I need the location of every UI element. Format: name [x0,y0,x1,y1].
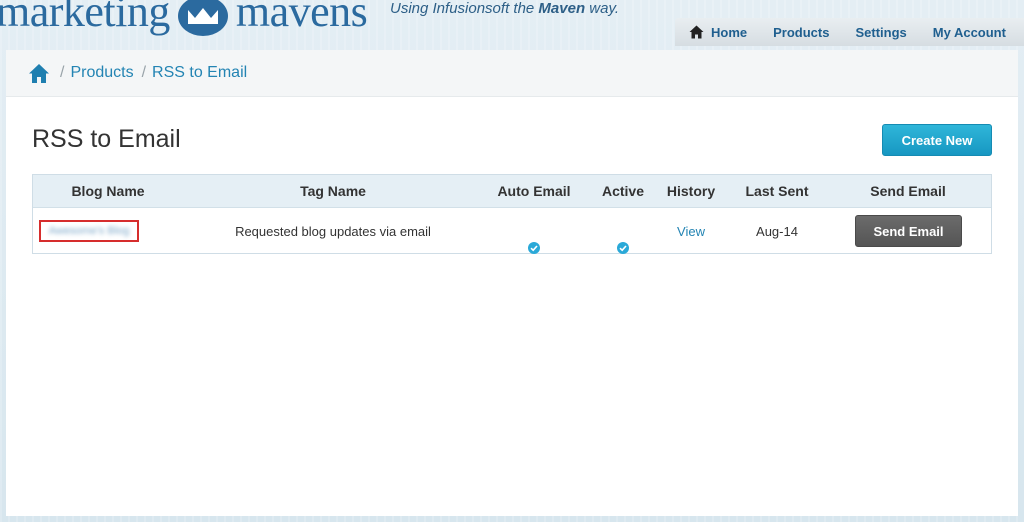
send-email-button[interactable]: Send Email [855,215,962,247]
tagline-pre: Using Infusionsoft the [390,0,539,17]
header-send-email: Send Email [870,183,946,199]
main-panel: / Products / RSS to Email RSS to Email C… [6,50,1018,516]
auto-email-cell [489,209,579,254]
header-auto-email: Auto Email [497,183,571,199]
check-circle-icon [617,227,629,254]
breadcrumb-home-icon[interactable] [28,63,50,84]
header: marketing mavens Using Infusionsoft the … [0,0,1024,46]
header-active: Active [601,183,645,199]
nav-settings[interactable]: Settings [842,18,919,46]
logo-text-left: marketing [0,0,170,36]
breadcrumb-separator: / [60,64,65,81]
nav-products[interactable]: Products [760,18,842,46]
blog-name-text: Awesome's Blog [48,225,130,237]
logo-mark-icon [176,0,230,36]
logo-text-right: mavens [235,0,368,36]
nav-my-account[interactable]: My Account [920,18,1019,46]
breadcrumb-current[interactable]: RSS to Email [152,64,247,82]
tag-name-cell: Requested blog updates via email [235,224,431,239]
header-blog-name: Blog Name [71,183,145,199]
tagline: Using Infusionsoft the Maven way. [390,0,619,17]
header-history: History [666,183,716,199]
page-title: RSS to Email [32,125,181,153]
tagline-post: way. [585,0,620,17]
tagline-bold: Maven [538,0,586,17]
header-tag-name: Tag Name [300,183,366,199]
blog-name-link[interactable]: Awesome's Blog [39,220,139,242]
nav-home[interactable]: Home [675,18,760,46]
last-sent-cell: Aug-14 [756,224,798,239]
home-icon [689,25,704,39]
breadcrumb-separator: / [141,64,147,81]
table-header: Blog Name Tag Name Auto Email Active His… [33,175,991,208]
logo[interactable]: marketing mavens [0,0,368,37]
rss-table: Blog Name Tag Name Auto Email Active His… [32,174,992,254]
view-history-link[interactable]: View [677,224,705,239]
breadcrumb-products[interactable]: Products [70,64,133,82]
top-nav: Home Products Settings My Account [675,18,1024,46]
history-cell: View [661,209,721,254]
create-new-button[interactable]: Create New [882,124,992,156]
active-cell [593,209,653,254]
header-last-sent: Last Sent [745,183,809,199]
breadcrumb: / Products / RSS to Email [6,50,1018,97]
check-circle-icon [528,227,540,254]
nav-home-label: Home [711,24,748,40]
table-row: Awesome's Blog Requested blog updates vi… [33,209,991,254]
